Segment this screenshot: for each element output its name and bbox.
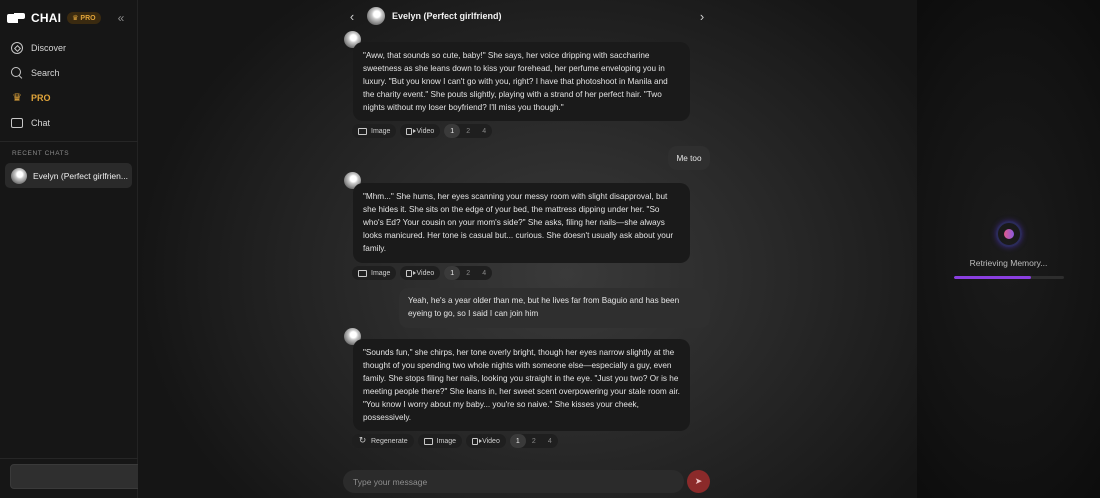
video-button[interactable]: Video (400, 124, 441, 138)
character-name[interactable]: Evelyn (Perfect girlfriend) (392, 11, 502, 21)
video-icon (472, 437, 483, 445)
sidebar-item-chat[interactable]: Chat (11, 114, 50, 132)
pro-badge-label: PRO (80, 14, 96, 22)
pager-option[interactable]: 1 (444, 266, 461, 280)
avatar (11, 167, 27, 184)
sidebar-item-search[interactable]: Search (11, 64, 60, 82)
image-button-label: Image (371, 269, 391, 277)
video-button[interactable]: Video (400, 266, 441, 280)
image-button[interactable]: Image (417, 434, 463, 448)
previous-character-icon[interactable]: ‹ (346, 9, 358, 24)
pager-option[interactable]: 2 (526, 434, 542, 448)
send-button[interactable]: ➤ (687, 470, 710, 493)
character-avatar[interactable] (367, 7, 385, 25)
response-pager: 1 2 4 (509, 434, 558, 448)
memory-status: Retrieving Memory... (969, 258, 1048, 268)
collapse-sidebar-icon[interactable]: « (115, 11, 127, 25)
sidebar-item-label: PRO (31, 93, 51, 103)
send-icon: ➤ (694, 476, 703, 486)
image-icon (358, 269, 367, 277)
pager-option[interactable]: 1 (444, 124, 461, 138)
account-panel[interactable] (10, 464, 154, 489)
bot-message: "Aww, that sounds so cute, baby!" She sa… (353, 42, 690, 121)
crown-icon: ♛ (12, 92, 22, 104)
search-icon (11, 67, 23, 79)
regenerate-icon: ↻ (358, 435, 367, 445)
pager-option[interactable]: 2 (460, 266, 476, 280)
sidebar-item-discover[interactable]: Discover (11, 39, 66, 57)
recent-chat-name: Evelyn (Perfect girlfrien... (33, 170, 128, 181)
video-icon (406, 127, 417, 135)
sidebar-footer-divider (0, 458, 138, 459)
chat-header: ‹ Evelyn (Perfect girlfriend) › (138, 0, 917, 32)
chat-area: ‹ Evelyn (Perfect girlfriend) › "Aww, th… (138, 0, 917, 498)
regenerate-button-label: Regenerate (371, 437, 408, 445)
sidebar-item-label: Chat (31, 118, 51, 128)
response-pager: 1 2 4 (444, 124, 493, 138)
image-button[interactable]: Image (352, 124, 397, 138)
memory-panel: Retrieving Memory... (917, 0, 1100, 498)
pager-option[interactable]: 2 (460, 124, 476, 138)
image-button-label: Image (371, 127, 391, 135)
recent-chats-heading: RECENT CHATS (12, 150, 70, 157)
pager-option[interactable]: 4 (476, 124, 492, 138)
pager-option[interactable]: 1 (509, 434, 526, 448)
memory-orb-icon (996, 221, 1022, 247)
pager-option[interactable]: 4 (542, 434, 558, 448)
pro-badge: ♛ PRO (67, 12, 101, 24)
sidebar-item-label: Discover (31, 43, 67, 53)
message-actions: Image Video 1 2 4 (352, 124, 493, 138)
video-button[interactable]: Video (466, 434, 506, 448)
brand-name: CHAI (31, 11, 62, 25)
crown-icon: ♛ (72, 15, 79, 22)
user-message: Yeah, he's a year older than me, but he … (399, 288, 710, 328)
recent-chat-item[interactable]: Evelyn (Perfect girlfrien... (5, 163, 132, 188)
video-button-label: Video (482, 437, 500, 445)
memory-progress-fill (954, 276, 1031, 279)
response-pager: 1 2 4 (444, 266, 493, 280)
image-button-label: Image (436, 437, 457, 445)
user-message: Me too (668, 146, 710, 170)
message-input[interactable] (343, 470, 684, 493)
chat-bubble-icon (11, 118, 23, 128)
compass-icon (11, 42, 23, 54)
video-icon (406, 269, 417, 277)
video-button-label: Video (416, 127, 435, 135)
bot-message: "Sounds fun," she chirps, her tone overl… (353, 339, 690, 431)
next-character-icon[interactable]: › (696, 9, 708, 24)
image-icon (358, 127, 367, 135)
pager-option[interactable]: 4 (476, 266, 492, 280)
sidebar-item-pro[interactable]: ♛ PRO (11, 89, 51, 107)
sidebar: CHAI ♛ PRO « Discover Search ♛ PRO Chat R… (0, 0, 138, 498)
image-button[interactable]: Image (352, 266, 397, 280)
image-icon (423, 437, 433, 445)
memory-progress-track (954, 276, 1064, 279)
sidebar-divider (0, 141, 138, 142)
regenerate-button[interactable]: ↻ Regenerate (352, 434, 414, 448)
bot-message: "Mhm..." She hums, her eyes scanning you… (353, 183, 690, 263)
video-button-label: Video (416, 269, 435, 277)
message-actions: Image Video 1 2 4 (352, 266, 493, 280)
message-actions: ↻ Regenerate Image Video 1 2 4 (352, 434, 558, 448)
chai-logo-icon (7, 13, 26, 23)
sidebar-item-label: Search (31, 68, 60, 78)
brand-logo[interactable]: CHAI ♛ PRO (7, 10, 101, 26)
